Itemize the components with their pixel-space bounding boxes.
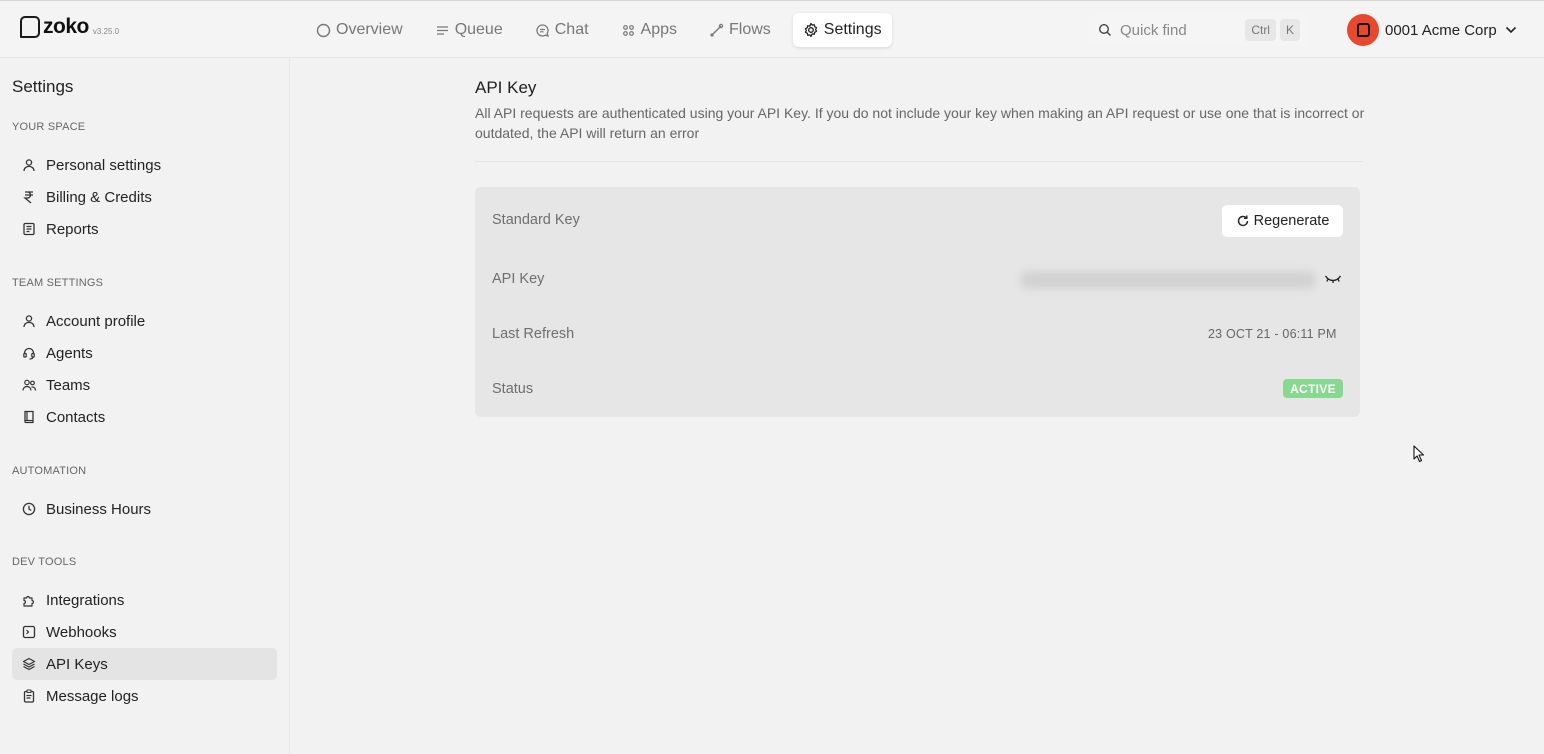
- rupee-icon: [20, 190, 38, 204]
- clipboard-icon: [20, 689, 38, 703]
- eye-closed-icon[interactable]: [1324, 273, 1342, 285]
- section-dev-tools: DEV TOOLS: [12, 556, 77, 568]
- sidebar-item-label: Reports: [46, 220, 99, 238]
- quick-find[interactable]: Quick find Ctrl K: [1088, 14, 1310, 46]
- last-refresh-label: Last Refresh: [492, 326, 575, 342]
- status-badge: ACTIVE: [1283, 379, 1343, 398]
- sidebar-item-label: Account profile: [46, 312, 146, 330]
- app-version: v3.25.0: [92, 27, 120, 36]
- sidebar-item-message-logs[interactable]: Message logs: [12, 680, 277, 712]
- logo-text: zoko: [43, 15, 89, 38]
- zoko-logo[interactable]: zoko v3.25.0: [20, 16, 119, 38]
- search-placeholder: Quick find: [1120, 21, 1187, 39]
- nav-overview-label: Overview: [336, 21, 403, 38]
- user-icon: [20, 314, 38, 328]
- puzzle-icon: [20, 593, 38, 607]
- section-team-settings: TEAM SETTINGS: [12, 277, 104, 289]
- account-name: 0001 Acme Corp: [1385, 21, 1497, 39]
- search-icon: [1098, 23, 1112, 37]
- api-key-card: Standard Key Regenerate API Key Last Ref…: [475, 187, 1360, 417]
- divider: [475, 161, 1363, 162]
- sidebar-item-api-keys[interactable]: API Keys: [12, 648, 277, 680]
- sidebar-item-reports[interactable]: Reports: [12, 213, 277, 245]
- apps-icon: [621, 23, 636, 38]
- contacts-book-icon: [20, 410, 38, 424]
- avatar: [1347, 14, 1379, 46]
- sidebar-item-label: Teams: [46, 376, 91, 394]
- nav-queue-label: Queue: [454, 21, 503, 38]
- nav-apps[interactable]: Apps: [611, 13, 687, 47]
- section-your-space: YOUR SPACE: [12, 121, 86, 133]
- sidebar-item-integrations[interactable]: Integrations: [12, 584, 277, 616]
- nav-overview[interactable]: Overview: [306, 13, 413, 47]
- nav-settings-label: Settings: [823, 21, 882, 38]
- chevron-down-icon: [1505, 26, 1517, 34]
- sidebar-item-contacts[interactable]: Contacts: [12, 401, 277, 433]
- clock-icon: [20, 502, 38, 516]
- nav-chat-label: Chat: [554, 21, 589, 38]
- page-description: All API requests are authenticated using…: [475, 105, 1365, 141]
- sidebar-item-label: Message logs: [46, 687, 139, 705]
- mouse-cursor-icon: [1413, 445, 1425, 468]
- api-key-label: API Key: [492, 271, 545, 287]
- nav-apps-label: Apps: [640, 21, 677, 38]
- sidebar-item-label: Contacts: [46, 408, 106, 426]
- section-automation: AUTOMATION: [12, 465, 87, 477]
- nav-flows[interactable]: Flows: [699, 13, 781, 47]
- sidebar-item-label: Agents: [46, 344, 93, 362]
- sidebar-item-teams[interactable]: Teams: [12, 369, 277, 401]
- account-switcher[interactable]: 0001 Acme Corp: [1347, 14, 1517, 46]
- sidebar-item-label: Integrations: [46, 591, 125, 609]
- sidebar-item-personal-settings[interactable]: Personal settings: [12, 149, 277, 181]
- sidebar-item-label: Personal settings: [46, 156, 162, 174]
- logo-mark-icon: [20, 16, 40, 38]
- headset-icon: [20, 346, 38, 360]
- sidebar-item-label: Webhooks: [46, 623, 117, 641]
- status-label: Status: [492, 381, 534, 397]
- sidebar-item-billing[interactable]: Billing & Credits: [12, 181, 277, 213]
- regenerate-label: Regenerate: [1253, 213, 1330, 229]
- sidebar-item-label: API Keys: [46, 655, 108, 673]
- user-icon: [20, 158, 38, 172]
- sidebar-item-agents[interactable]: Agents: [12, 337, 277, 369]
- api-key-value-masked: [1020, 271, 1316, 289]
- sidebar-item-business-hours[interactable]: Business Hours: [12, 493, 277, 525]
- nav-settings[interactable]: Settings: [792, 13, 892, 47]
- regenerate-button[interactable]: Regenerate: [1222, 205, 1343, 237]
- sidebar-item-webhooks[interactable]: Webhooks: [12, 616, 277, 648]
- sidebar-item-label: Business Hours: [46, 500, 152, 518]
- chat-icon: [535, 23, 550, 38]
- queue-icon: [435, 23, 450, 38]
- sidebar-title: Settings: [12, 77, 74, 96]
- page-title: API Key: [475, 78, 537, 97]
- nav-flows-label: Flows: [729, 21, 771, 38]
- top-bar: zoko v3.25.0 Overview Queue Chat Apps Fl…: [0, 0, 1544, 58]
- nav-chat[interactable]: Chat: [525, 13, 599, 47]
- team-icon: [20, 378, 38, 392]
- avatar-logo-icon: [1356, 23, 1370, 37]
- flows-icon: [709, 23, 724, 38]
- shortcut-ctrl: Ctrl: [1245, 19, 1276, 41]
- main-nav: Overview Queue Chat Apps Flows Settings: [306, 13, 904, 47]
- layers-icon: [20, 657, 38, 671]
- gear-icon: [803, 22, 819, 38]
- terminal-icon: [20, 625, 38, 639]
- shortcut-k: K: [1279, 19, 1300, 41]
- reports-icon: [20, 222, 38, 236]
- circle-icon: [316, 23, 331, 38]
- refresh-icon: [1236, 214, 1250, 228]
- sidebar-item-label: Billing & Credits: [46, 188, 152, 206]
- last-refresh-value: 23 OCT 21 - 06:11 PM: [1208, 327, 1337, 341]
- settings-sidebar: Settings YOUR SPACE Personal settings Bi…: [0, 58, 290, 754]
- nav-queue[interactable]: Queue: [425, 13, 513, 47]
- sidebar-item-account-profile[interactable]: Account profile: [12, 305, 277, 337]
- standard-key-label: Standard Key: [492, 212, 580, 228]
